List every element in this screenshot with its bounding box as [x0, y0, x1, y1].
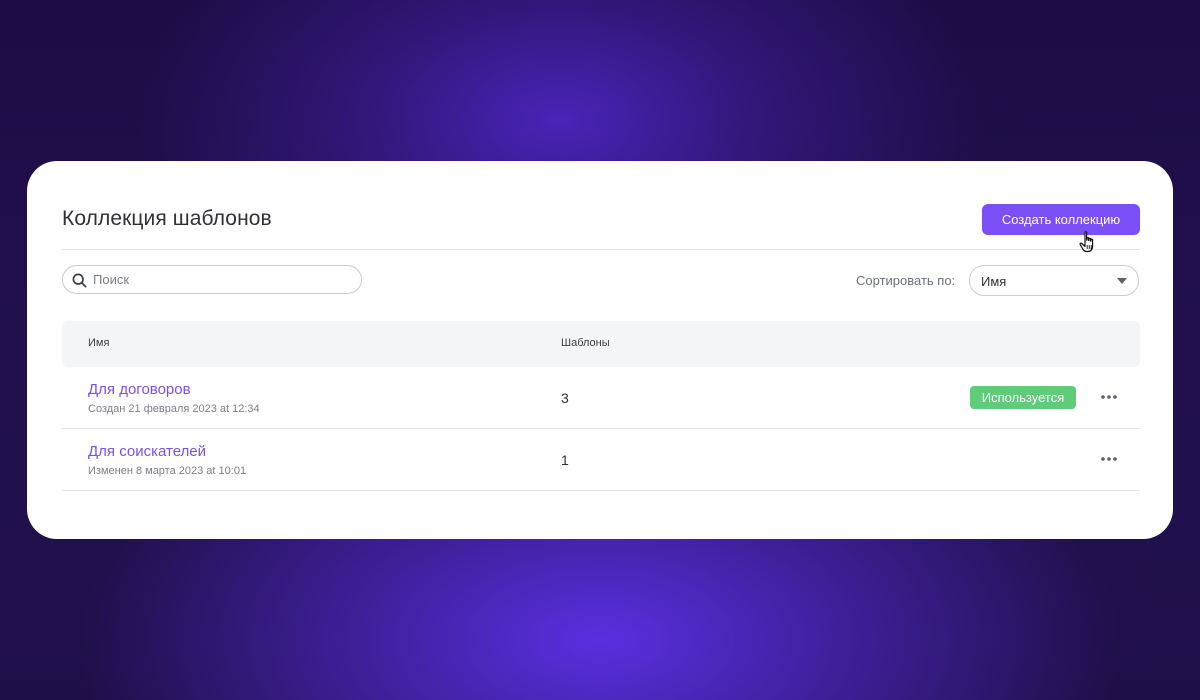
chevron-down-icon — [1117, 278, 1127, 284]
search-input[interactable] — [93, 266, 353, 293]
more-horizontal-icon[interactable] — [1100, 389, 1118, 405]
collections-table: Имя Шаблоны Для договоров Создан 21 февр… — [62, 321, 1140, 491]
more-horizontal-icon[interactable] — [1100, 451, 1118, 467]
collection-name-link[interactable]: Для соискателей — [88, 443, 206, 460]
column-header-name: Имя — [88, 337, 110, 349]
collection-name-link[interactable]: Для договоров — [88, 381, 191, 398]
search-icon — [72, 273, 87, 288]
page-title: Коллекция шаблонов — [62, 207, 272, 230]
status-badge: Используется — [970, 386, 1076, 409]
column-header-templates: Шаблоны — [561, 337, 610, 349]
collection-meta: Создан 21 февраля 2023 at 12:34 — [88, 403, 260, 415]
table-row[interactable]: Для соискателей Изменен 8 марта 2023 at … — [62, 429, 1140, 491]
sort-select[interactable]: Имя — [969, 265, 1139, 296]
table-row[interactable]: Для договоров Создан 21 февраля 2023 at … — [62, 367, 1140, 429]
templates-count: 1 — [561, 452, 569, 468]
collection-meta: Изменен 8 марта 2023 at 10:01 — [88, 465, 247, 477]
templates-count: 3 — [561, 390, 569, 406]
sort-selected-value: Имя — [981, 274, 1007, 289]
hand-pointer-icon — [1079, 231, 1094, 253]
card-header: Коллекция шаблонов Создать коллекцию — [62, 201, 1140, 253]
table-header: Имя Шаблоны — [62, 321, 1140, 367]
search-field[interactable] — [62, 265, 362, 294]
sort-label: Сортировать по: — [856, 273, 956, 288]
create-collection-button[interactable]: Создать коллекцию — [982, 204, 1140, 235]
collections-card: Коллекция шаблонов Создать коллекцию Сор… — [27, 161, 1173, 539]
